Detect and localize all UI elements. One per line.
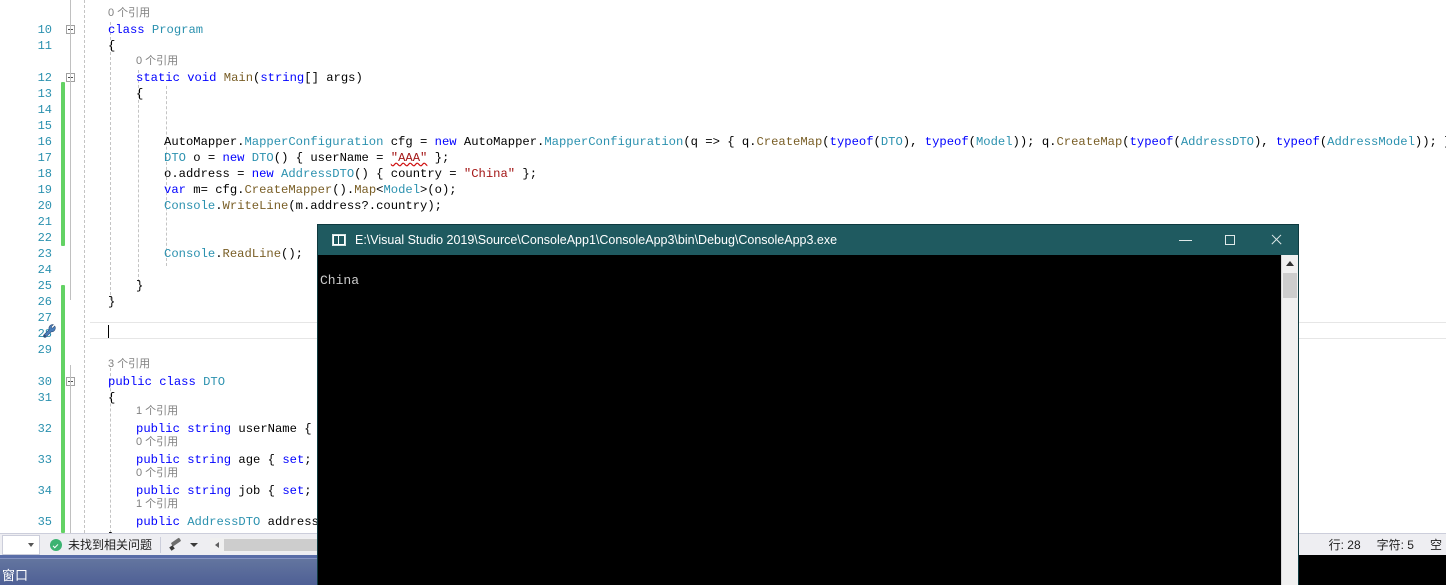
insert-mode-indicator: 空 — [1429, 538, 1442, 552]
code-line[interactable]: AutoMapper.MapperConfiguration cfg = new… — [164, 134, 1446, 150]
line-number-column: 1011121314151617181920212223242526272829… — [22, 0, 56, 533]
line-number: 33 — [37, 453, 52, 467]
change-bar — [61, 285, 65, 533]
code-line[interactable]: Console.WriteLine(m.address?.country); — [164, 198, 442, 214]
outlining-column[interactable] — [66, 0, 86, 533]
codelens-reference-count[interactable]: 0 个引用 — [136, 466, 178, 481]
line-number: 31 — [37, 391, 52, 405]
code-line[interactable]: class Program — [108, 22, 203, 38]
char-indicator: 字符: 5 — [1376, 538, 1414, 552]
line-number: 11 — [37, 39, 52, 53]
line-number: 22 — [37, 231, 52, 245]
chevron-down-icon — [190, 542, 199, 547]
line-number: 25 — [37, 279, 52, 293]
code-line[interactable]: public class DTO — [108, 374, 225, 390]
console-scroll-thumb[interactable] — [1283, 273, 1297, 298]
line-indicator: 行: 28 — [1328, 538, 1361, 552]
close-button[interactable] — [1253, 225, 1298, 255]
navigation-dropdown[interactable] — [2, 534, 40, 555]
console-output-area[interactable]: China — [318, 255, 1298, 585]
line-number: 30 — [37, 375, 52, 389]
quick-actions-icon[interactable] — [42, 324, 57, 339]
window-controls — [1163, 225, 1298, 255]
code-line[interactable]: o.address = new AddressDTO() { country =… — [164, 166, 537, 182]
console-output-text: China — [320, 273, 360, 288]
console-app-icon — [332, 234, 346, 246]
code-line[interactable]: var m= cfg.CreateMapper().Map<Model>(o); — [164, 182, 457, 198]
line-number: 17 — [37, 151, 52, 165]
line-number: 20 — [37, 199, 52, 213]
line-number: 34 — [37, 484, 52, 498]
minimize-button[interactable] — [1163, 225, 1208, 255]
line-number: 18 — [37, 167, 52, 181]
line-number: 19 — [37, 183, 52, 197]
editor-left-margin — [0, 0, 22, 533]
codelens-reference-count[interactable]: 0 个引用 — [136, 435, 178, 450]
console-title-bar[interactable]: E:\Visual Studio 2019\Source\ConsoleApp1… — [318, 225, 1298, 255]
status-separator — [160, 536, 162, 553]
code-line[interactable]: { — [108, 390, 115, 406]
codelens-reference-count[interactable]: 1 个引用 — [136, 497, 178, 512]
codelens-reference-count[interactable]: 1 个引用 — [136, 404, 178, 419]
code-line[interactable]: } — [108, 294, 115, 310]
line-number: 21 — [37, 215, 52, 229]
line-number: 23 — [37, 247, 52, 261]
error-summary[interactable]: 未找到相关问题 — [50, 536, 152, 553]
indent-guide — [84, 0, 85, 533]
console-title-text: E:\Visual Studio 2019\Source\ConsoleApp1… — [355, 233, 838, 247]
code-line[interactable]: public AddressDTO address — [136, 514, 319, 530]
codelens-reference-count[interactable]: 0 个引用 — [136, 54, 178, 69]
screen-root: 1011121314151617181920212223242526272829… — [0, 0, 1446, 585]
console-window[interactable]: E:\Visual Studio 2019\Source\ConsoleApp1… — [318, 225, 1298, 585]
line-number: 29 — [37, 343, 52, 357]
line-number: 24 — [37, 263, 52, 277]
issues-label: 未找到相关问题 — [68, 538, 153, 552]
bottom-panel-label: 窗口 — [2, 568, 29, 583]
code-line[interactable]: DTO o = new DTO() { userName = "AAA" }; — [164, 150, 449, 166]
change-bar — [61, 82, 65, 246]
line-number: 15 — [37, 119, 52, 133]
line-number: 16 — [37, 135, 52, 149]
codelens-reference-count[interactable]: 3 个引用 — [108, 357, 150, 372]
line-number: 14 — [37, 103, 52, 117]
codelens-reference-count[interactable]: 0 个引用 — [108, 6, 150, 21]
caret-position-group: 行: 28 字符: 5 空 — [1313, 536, 1446, 553]
outline-guide-line — [70, 365, 71, 533]
code-line[interactable]: { — [136, 86, 143, 102]
code-line[interactable]: } — [136, 278, 143, 294]
maximize-button[interactable] — [1208, 225, 1253, 255]
line-number: 10 — [37, 23, 52, 37]
code-line[interactable]: static void Main(string[] args) — [136, 70, 363, 86]
console-vertical-scrollbar[interactable] — [1281, 255, 1298, 585]
scroll-up-arrow-icon[interactable] — [1282, 255, 1298, 272]
line-number: 13 — [37, 87, 52, 101]
code-line[interactable]: { — [108, 38, 115, 54]
code-cleanup-control[interactable] — [169, 538, 199, 552]
brush-icon — [169, 538, 185, 552]
outline-guide-line — [70, 0, 71, 300]
line-number: 26 — [37, 295, 52, 309]
line-number: 32 — [37, 422, 52, 436]
scroll-left-arrow-icon[interactable] — [210, 537, 225, 552]
code-line[interactable]: Console.ReadLine(); — [164, 246, 303, 262]
success-check-icon — [50, 538, 62, 551]
line-number: 12 — [37, 71, 52, 85]
line-number: 35 — [37, 515, 52, 529]
